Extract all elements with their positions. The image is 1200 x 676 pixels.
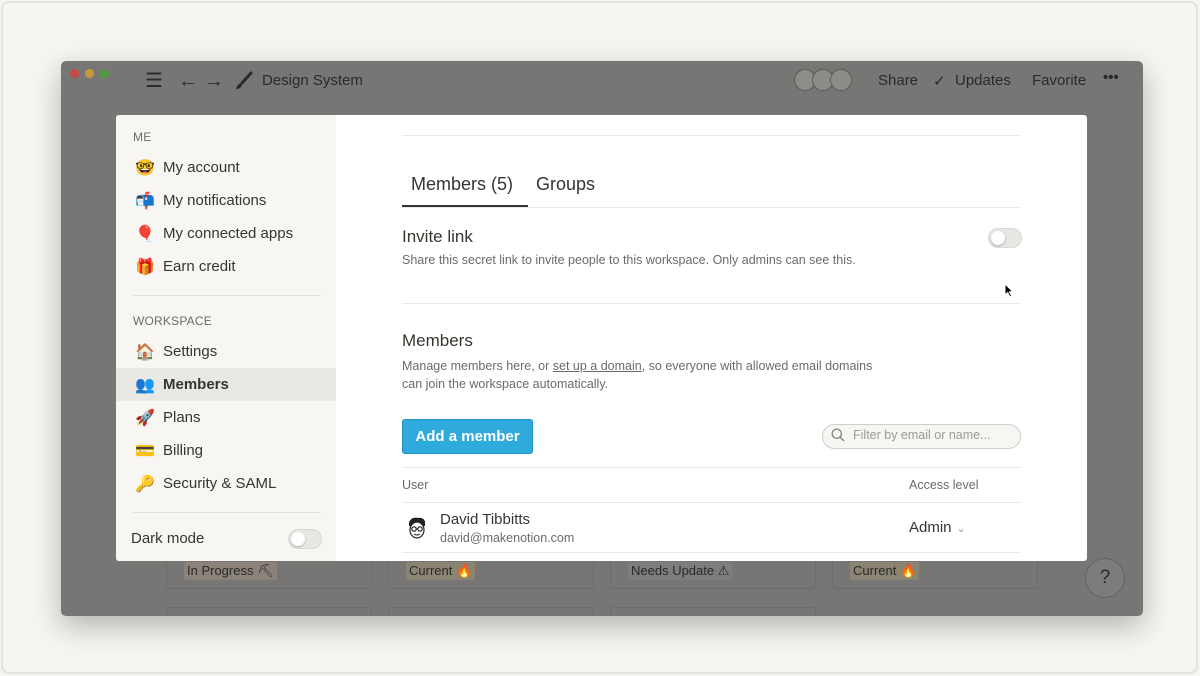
mailbox-icon: 📬 bbox=[135, 192, 155, 210]
avatar bbox=[830, 69, 852, 91]
invite-link-description: Share this secret link to invite people … bbox=[402, 253, 856, 267]
settings-sidebar: ME 🤓 My account 📬 My notifications 🎈 My … bbox=[116, 115, 336, 561]
zoom-window-button[interactable] bbox=[100, 69, 109, 78]
row-divider bbox=[402, 552, 1021, 553]
toggle-knob bbox=[991, 231, 1005, 245]
back-arrow-icon[interactable]: ← bbox=[178, 70, 198, 92]
key-icon: 🔑 bbox=[135, 475, 155, 493]
sidebar-item-label: My account bbox=[163, 159, 240, 176]
sidebar-item-security-saml[interactable]: 🔑 Security & SAML bbox=[116, 467, 336, 500]
settings-content: Members (5) Groups Invite link Share thi… bbox=[336, 115, 1087, 561]
board-card bbox=[610, 607, 816, 616]
status-tag: In Progress ⛏ bbox=[184, 562, 277, 580]
sidebar-item-label: Plans bbox=[163, 409, 201, 426]
sidebar-item-label: Members bbox=[163, 376, 229, 393]
gift-icon: 🎁 bbox=[135, 258, 155, 276]
tabs-divider bbox=[402, 207, 1021, 208]
access-level-dropdown[interactable]: Admin ⌄ bbox=[909, 519, 966, 536]
sidebar-item-label: My notifications bbox=[163, 192, 267, 209]
collaborator-avatars[interactable] bbox=[794, 69, 856, 93]
settings-modal: ME 🤓 My account 📬 My notifications 🎈 My … bbox=[116, 115, 1087, 561]
toggle-knob bbox=[291, 532, 305, 546]
status-tag: Needs Update ⚠ bbox=[628, 562, 733, 580]
more-options-icon[interactable]: ••• bbox=[1103, 69, 1119, 86]
house-icon: 🏠 bbox=[135, 343, 155, 361]
add-member-button[interactable]: Add a member bbox=[402, 419, 533, 454]
member-filter[interactable] bbox=[822, 424, 1021, 449]
paintbrush-icon bbox=[233, 70, 255, 97]
section-divider bbox=[402, 303, 1021, 304]
help-button[interactable]: ? bbox=[1085, 558, 1125, 598]
sidebar-item-members[interactable]: 👥 Members bbox=[116, 368, 336, 401]
members-description-line2: can join the workspace automatically. bbox=[402, 377, 609, 391]
balloon-icon: 🎈 bbox=[135, 225, 155, 243]
sidebar-item-billing[interactable]: 💳 Billing bbox=[116, 434, 336, 467]
dark-mode-toggle[interactable] bbox=[288, 529, 322, 549]
access-level-value: Admin bbox=[909, 519, 952, 536]
menu-icon[interactable]: ☰ bbox=[145, 70, 163, 92]
sidebar-item-label: Settings bbox=[163, 343, 218, 360]
credit-card-icon: 💳 bbox=[135, 442, 155, 460]
sidebar-item-label: My connected apps bbox=[163, 225, 294, 242]
status-tag: Current 🔥 bbox=[850, 562, 920, 580]
section-label-me: ME bbox=[133, 130, 152, 144]
tab-members[interactable]: Members (5) bbox=[411, 174, 513, 195]
table-top-divider bbox=[402, 467, 1021, 468]
title-bar: ☰ ← → Design System Share ✓ Updates Favo… bbox=[61, 61, 1143, 101]
page-title[interactable]: Design System bbox=[262, 72, 363, 89]
updates-button[interactable]: Updates bbox=[955, 72, 1011, 89]
section-label-workspace: WORKSPACE bbox=[133, 314, 212, 328]
table-header-divider bbox=[402, 502, 1021, 503]
member-email: david@makenotion.com bbox=[440, 531, 575, 545]
sidebar-item-my-connected-apps[interactable]: 🎈 My connected apps bbox=[116, 217, 336, 250]
checkmark-icon: ✓ bbox=[933, 73, 946, 90]
close-window-button[interactable] bbox=[70, 69, 79, 78]
filter-input[interactable] bbox=[853, 428, 1013, 442]
top-divider bbox=[402, 135, 1021, 136]
members-description: Manage members here, or set up a domain,… bbox=[402, 359, 873, 373]
sidebar-item-my-notifications[interactable]: 📬 My notifications bbox=[116, 184, 336, 217]
dark-mode-label: Dark mode bbox=[131, 530, 205, 547]
status-tag: Current 🔥 bbox=[406, 562, 476, 580]
mouse-cursor-icon bbox=[1004, 283, 1014, 298]
member-name: David Tibbitts bbox=[440, 511, 531, 528]
favorite-button[interactable]: Favorite bbox=[1032, 72, 1086, 89]
sidebar-item-my-account[interactable]: 🤓 My account bbox=[116, 151, 336, 184]
minimize-window-button[interactable] bbox=[85, 69, 94, 78]
set-up-domain-link[interactable]: set up a domain bbox=[553, 359, 642, 373]
sidebar-item-settings[interactable]: 🏠 Settings bbox=[116, 335, 336, 368]
tab-groups[interactable]: Groups bbox=[536, 174, 595, 195]
nerd-face-icon: 🤓 bbox=[135, 159, 155, 177]
avatar bbox=[406, 516, 428, 540]
sidebar-divider bbox=[133, 295, 321, 296]
sidebar-divider bbox=[133, 512, 321, 513]
column-header-user[interactable]: User bbox=[402, 478, 428, 492]
forward-arrow-icon[interactable]: → bbox=[204, 70, 224, 92]
search-icon bbox=[831, 428, 845, 445]
sidebar-item-label: Billing bbox=[163, 442, 204, 459]
sidebar-item-label: Security & SAML bbox=[163, 475, 277, 492]
sidebar-item-earn-credit[interactable]: 🎁 Earn credit bbox=[116, 250, 336, 283]
sidebar-item-plans[interactable]: 🚀 Plans bbox=[116, 401, 336, 434]
sidebar-item-label: Earn credit bbox=[163, 258, 236, 275]
rocket-icon: 🚀 bbox=[135, 409, 155, 427]
column-header-access-level[interactable]: Access level bbox=[909, 478, 978, 492]
chevron-down-icon: ⌄ bbox=[956, 523, 966, 535]
members-heading: Members bbox=[402, 331, 473, 350]
people-icon: 👥 bbox=[135, 376, 155, 394]
invite-link-toggle[interactable] bbox=[988, 228, 1022, 248]
share-button[interactable]: Share bbox=[878, 72, 918, 89]
board-card bbox=[166, 607, 372, 616]
invite-link-heading: Invite link bbox=[402, 227, 473, 246]
board-card bbox=[388, 607, 594, 616]
